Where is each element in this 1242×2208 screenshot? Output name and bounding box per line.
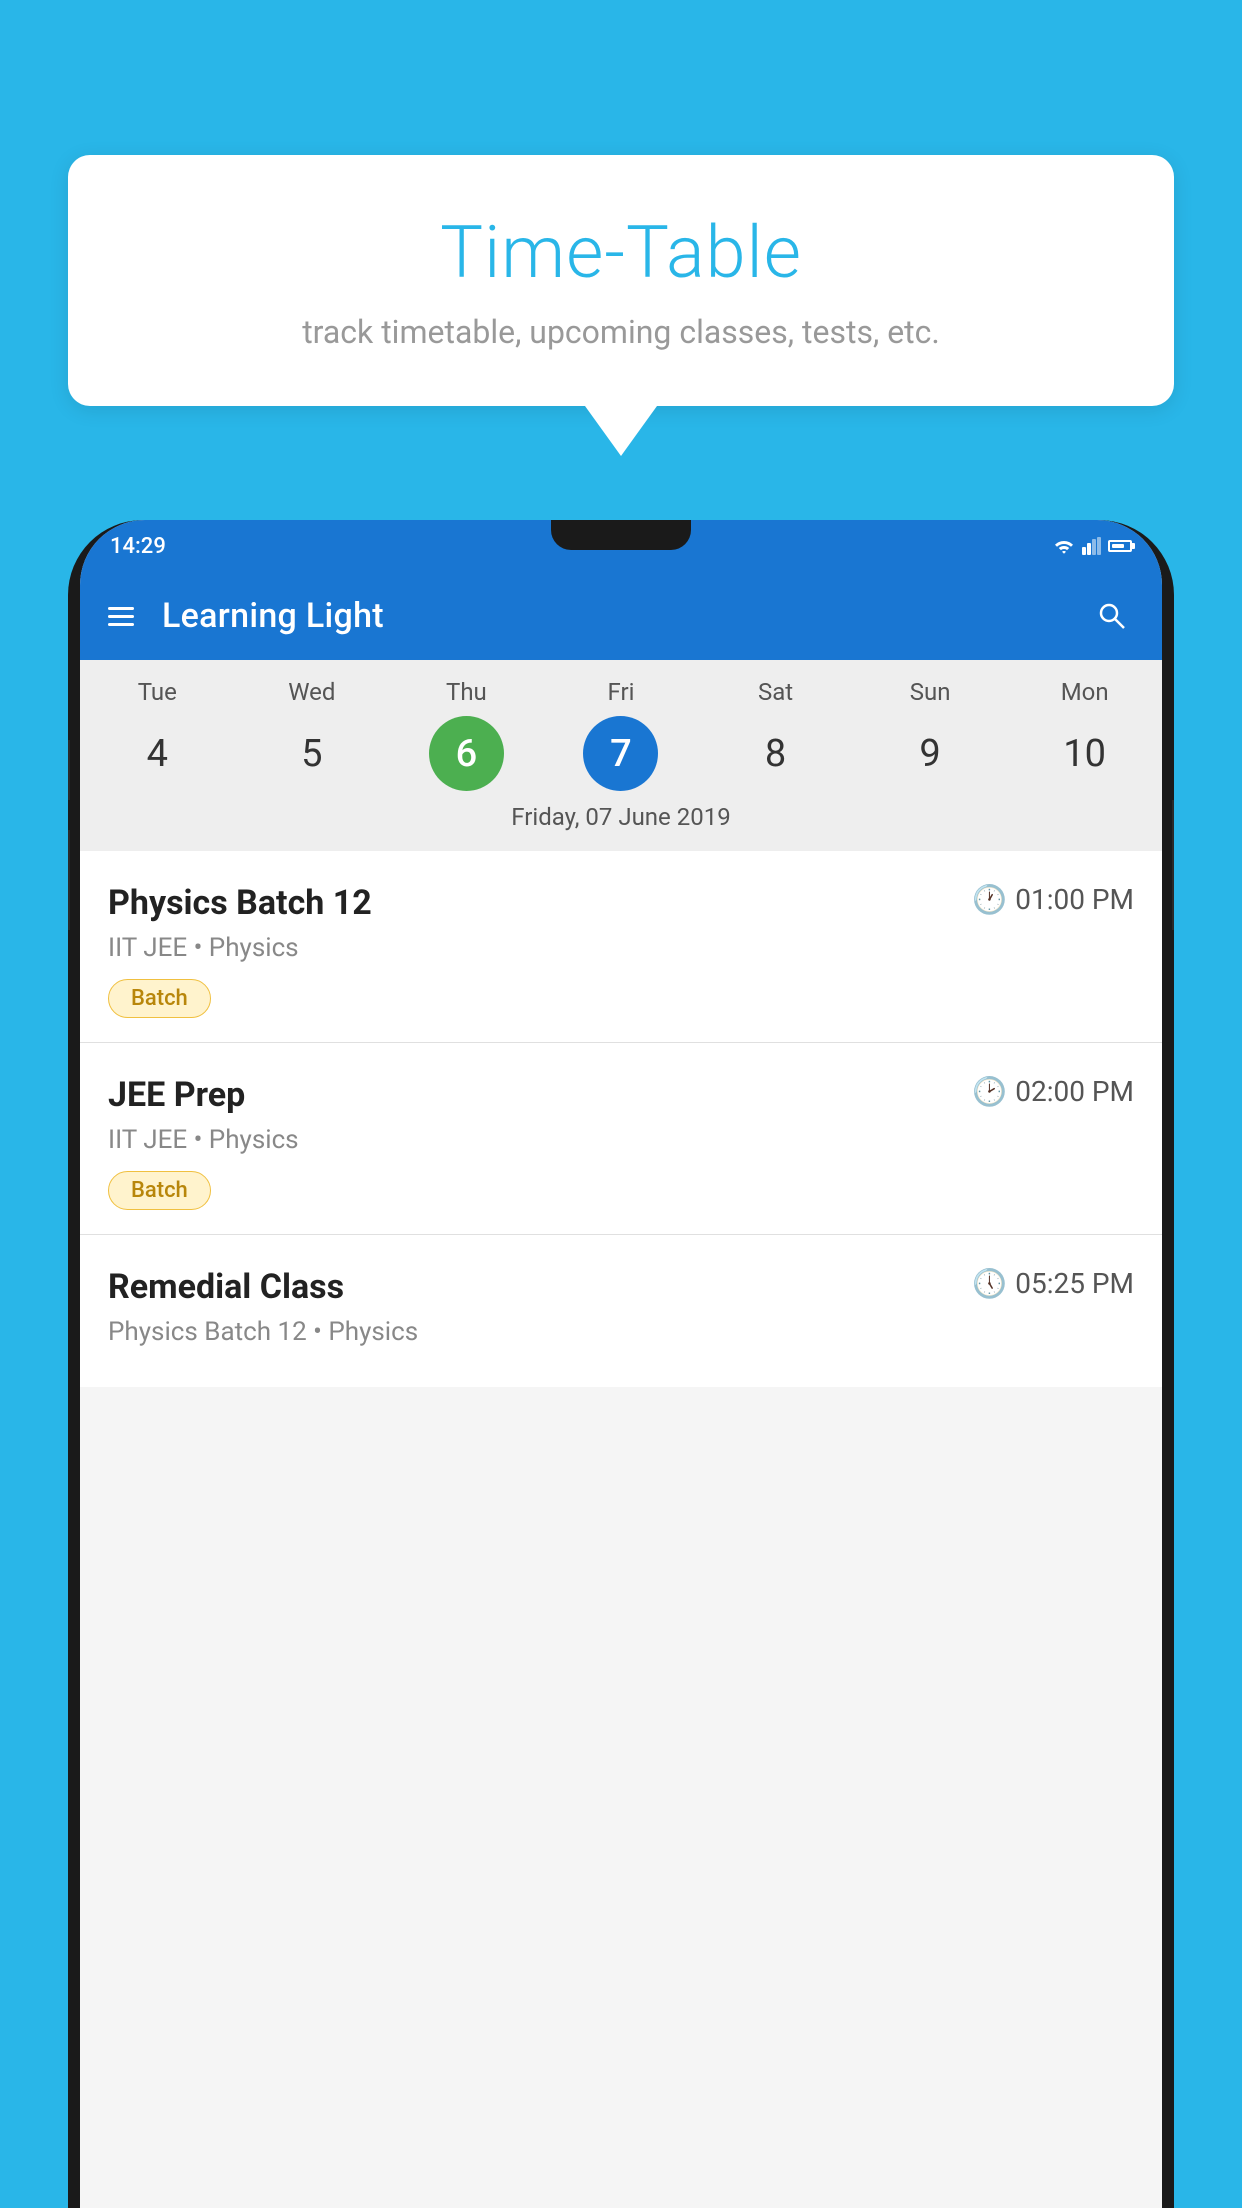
day-9[interactable]: 9 [893,716,968,791]
day-header-thu: Thu [429,678,504,706]
search-button[interactable] [1090,594,1134,638]
schedule-item-2-subtitle: IIT JEE • Physics [108,1125,1134,1155]
day-10[interactable]: 10 [1047,716,1122,791]
schedule-item-3-title: Remedial Class [108,1267,972,1307]
schedule-item-1-subtitle: IIT JEE • Physics [108,933,1134,963]
speech-bubble-title: Time-Table [128,210,1114,295]
phone-frame: 14:29 [68,520,1174,2208]
schedule-item-2-time: 🕑 02:00 PM [972,1075,1134,1108]
day-headers: Tue Wed Thu Fri Sat Sun Mon [80,678,1162,706]
speech-bubble-tail [585,406,657,456]
schedule-item-3-subtitle: Physics Batch 12 • Physics [108,1317,1134,1347]
day-6-today[interactable]: 6 [429,716,504,791]
status-bar-icons [1052,537,1132,555]
schedule-item-3-time: 🕔 05:25 PM [972,1267,1134,1300]
schedule-item-1-title: Physics Batch 12 [108,883,972,923]
day-header-sun: Sun [893,678,968,706]
hamburger-menu-button[interactable] [108,607,134,626]
phone-screen: 14:29 [80,520,1162,2208]
day-8[interactable]: 8 [738,716,813,791]
schedule-item-3-header: Remedial Class 🕔 05:25 PM [108,1267,1134,1307]
battery-icon [1108,540,1132,552]
schedule-item-1[interactable]: Physics Batch 12 🕐 01:00 PM IIT JEE • Ph… [80,851,1162,1043]
day-header-wed: Wed [274,678,349,706]
phone-side-button-power [1172,800,1174,930]
phone-notch [551,520,691,550]
app-bar-title: Learning Light [162,596,1090,636]
schedule-item-2-header: JEE Prep 🕑 02:00 PM [108,1075,1134,1115]
phone-side-button-volume-up [68,740,70,800]
clock-icon-3: 🕔 [972,1267,1007,1300]
schedule-item-2[interactable]: JEE Prep 🕑 02:00 PM IIT JEE • Physics Ba… [80,1043,1162,1235]
speech-bubble-container: Time-Table track timetable, upcoming cla… [68,155,1174,456]
status-bar-time: 14:29 [110,534,166,559]
speech-bubble-subtitle: track timetable, upcoming classes, tests… [128,313,1114,351]
schedule-item-2-title: JEE Prep [108,1075,972,1115]
speech-bubble: Time-Table track timetable, upcoming cla… [68,155,1174,406]
day-header-sat: Sat [738,678,813,706]
schedule-item-2-time-value: 02:00 PM [1015,1075,1134,1108]
wifi-icon [1052,537,1076,555]
day-5[interactable]: 5 [274,716,349,791]
calendar-strip: Tue Wed Thu Fri Sat Sun Mon 4 5 6 7 8 9 … [80,660,1162,851]
day-numbers: 4 5 6 7 8 9 10 [80,716,1162,791]
selected-date-label: Friday, 07 June 2019 [80,803,1162,839]
schedule-item-1-badge: Batch [108,979,211,1018]
schedule-item-1-time: 🕐 01:00 PM [972,883,1134,916]
day-7-selected[interactable]: 7 [583,716,658,791]
day-header-tue: Tue [120,678,195,706]
signal-icon [1082,537,1102,555]
schedule-item-3-time-value: 05:25 PM [1015,1267,1134,1300]
clock-icon-1: 🕐 [972,883,1007,916]
phone-side-button-volume-down [68,830,70,930]
clock-icon-2: 🕑 [972,1075,1007,1108]
schedule-item-1-time-value: 01:00 PM [1015,883,1134,916]
schedule-item-2-badge: Batch [108,1171,211,1210]
day-4[interactable]: 4 [120,716,195,791]
day-header-mon: Mon [1047,678,1122,706]
schedule-item-3[interactable]: Remedial Class 🕔 05:25 PM Physics Batch … [80,1235,1162,1387]
day-header-fri: Fri [583,678,658,706]
app-bar: Learning Light [80,572,1162,660]
schedule-item-1-header: Physics Batch 12 🕐 01:00 PM [108,883,1134,923]
schedule-list: Physics Batch 12 🕐 01:00 PM IIT JEE • Ph… [80,851,1162,1387]
